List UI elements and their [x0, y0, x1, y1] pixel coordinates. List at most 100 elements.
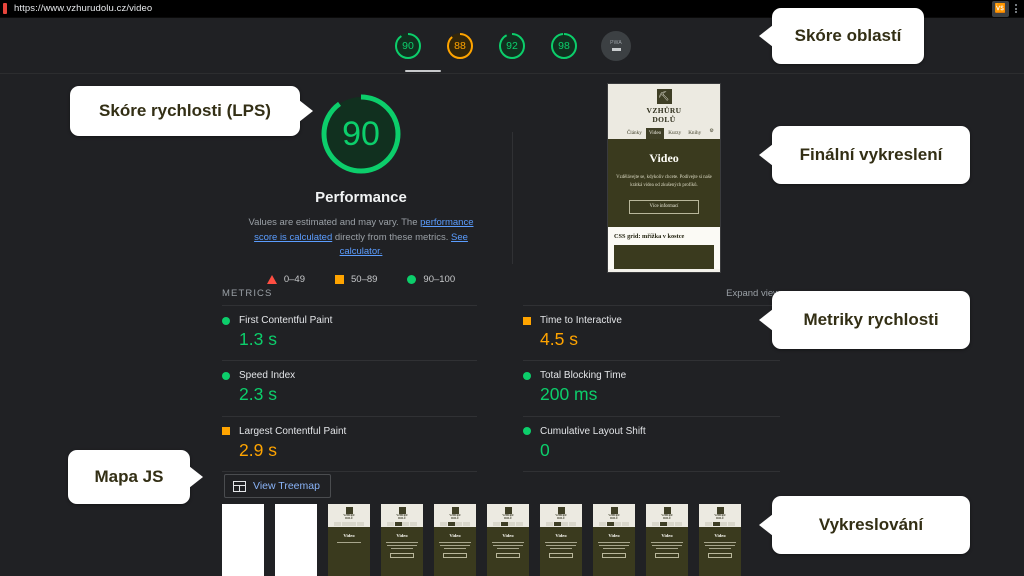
view-treemap-label: View Treemap	[253, 480, 320, 492]
filmstrip-frame[interactable]: VZHŮRU DOLŮ Video	[487, 504, 529, 576]
legend-item-pass: 90–100	[407, 274, 455, 285]
preview-hero-text: Vzdělávejte se, kdykoliv chcete. Podívej…	[616, 174, 712, 189]
pwa-label: PWA	[610, 40, 622, 47]
preview-hero-button: Více informací	[629, 199, 699, 214]
category-gauge-seo[interactable]: 98	[549, 31, 579, 61]
active-category-underline	[405, 70, 441, 72]
performance-gauge[interactable]: 90	[317, 90, 405, 178]
metrics-column-left: First Contentful Paint 1.3 s Speed Index…	[222, 305, 501, 472]
filmstrip-frame[interactable]: VZHŮRU DOLŮ Video	[699, 504, 741, 576]
metric-name: Total Blocking Time	[540, 370, 627, 382]
header-divider	[0, 73, 1024, 74]
category-gauge-performance[interactable]: 90	[393, 31, 423, 61]
metrics-grid: First Contentful Paint 1.3 s Speed Index…	[222, 305, 780, 472]
category-gauge-value: 92	[506, 39, 518, 52]
legend-range: 0–49	[283, 274, 305, 286]
circle-icon	[222, 371, 230, 380]
preview-hero-title: Video	[649, 150, 679, 165]
square-icon	[222, 427, 230, 435]
callout-tail	[189, 466, 203, 488]
callout-label: Skóre oblastí	[794, 26, 902, 45]
view-treemap-button[interactable]: View Treemap	[224, 474, 331, 498]
score-legend: 0–49 50–89 90–100	[222, 274, 500, 285]
metric-time-to-interactive[interactable]: Time to Interactive 4.5 s	[523, 305, 780, 360]
filmstrip-frame[interactable]	[275, 504, 317, 576]
metric-cumulative-layout-shift[interactable]: Cumulative Layout Shift 0	[523, 415, 780, 471]
translate-icon[interactable]: 🆚	[992, 0, 1009, 17]
legend-range: 50–89	[351, 274, 378, 286]
circle-icon	[523, 427, 531, 435]
nav-item-video: Video	[645, 128, 665, 139]
callout-speed-score: Skóre rychlosti (LPS)	[70, 86, 313, 136]
callout-tail	[759, 25, 773, 47]
metric-name: Time to Interactive	[540, 315, 622, 326]
callout-tail	[759, 309, 773, 331]
metrics-column-bottom-border	[523, 470, 780, 472]
callout-tail	[759, 144, 773, 166]
metric-name: Cumulative Layout Shift	[540, 425, 646, 437]
callout-final-render: Finální vykreslení	[759, 126, 970, 184]
filmstrip-frame[interactable]: VZHŮRU DOLŮ Video	[593, 504, 635, 576]
triangle-icon	[266, 275, 277, 285]
metric-speed-index[interactable]: Speed Index 2.3 s	[222, 360, 477, 415]
square-icon	[335, 275, 344, 285]
screenshot-filmstrip: VZHŮRU DOLŮ Video VZHŮRU DOLŮ Video VZHŮ…	[222, 504, 741, 576]
site-brand-line2: DOLŮ	[652, 114, 676, 124]
metrics-column-bottom-border	[222, 470, 477, 472]
callout-speed-metrics: Metriky rychlosti	[759, 291, 970, 349]
preview-hero: Video Vzdělávejte se, kdykoliv chcete. P…	[608, 138, 720, 227]
metric-name: First Contentful Paint	[239, 315, 333, 326]
category-gauge-accessibility[interactable]: 88	[445, 31, 475, 61]
metric-name: Largest Contentful Paint	[239, 425, 347, 437]
legend-range: 90–100	[423, 274, 456, 286]
metrics-section-label: METRICS	[222, 288, 273, 299]
callout-label: Metriky rychlosti	[803, 310, 939, 329]
legend-item-average: 50–89	[335, 274, 377, 285]
filmstrip-frame[interactable]: VZHŮRU DOLŮ Video	[646, 504, 688, 576]
callout-tail	[759, 514, 773, 536]
kebab-menu-icon[interactable]	[1011, 4, 1021, 13]
nav-item-kurzy: Kurzy	[668, 130, 682, 137]
metric-first-contentful-paint[interactable]: First Contentful Paint 1.3 s	[222, 305, 477, 360]
callout-label: Vykreslování	[818, 515, 924, 534]
circle-icon	[407, 275, 417, 285]
metric-value: 2.3 s	[239, 384, 277, 405]
callout-tail	[299, 100, 313, 122]
pwa-null-dash	[611, 48, 621, 51]
callout-label: Skóre rychlosti (LPS)	[99, 101, 271, 120]
callout-js-map: Mapa JS	[68, 450, 203, 504]
site-brand: VZHŮRU DOLŮ	[608, 106, 720, 124]
filmstrip-frame[interactable]: VZHŮRU DOLŮ Video	[328, 504, 370, 576]
metric-value: 4.5 s	[540, 329, 578, 349]
preview-article-title: CSS grid: mřížka v kostce	[614, 232, 685, 240]
final-screenshot-preview[interactable]: ⛏ VZHŮRU DOLŮ Články Video Kurzy Knihy ⚙…	[607, 83, 721, 273]
filmstrip-frame[interactable]	[222, 504, 264, 576]
category-gauge-best-practices[interactable]: 92	[497, 31, 527, 61]
category-gauge-value: 90	[402, 39, 414, 52]
gear-icon: ⚙	[709, 128, 714, 135]
site-favicon	[3, 3, 7, 14]
preview-site-header: ⛏ VZHŮRU DOLŮ Články Video Kurzy Knihy ⚙	[608, 84, 720, 139]
category-gauge-value: 88	[454, 39, 466, 52]
preview-article-image	[614, 244, 714, 269]
screenshot-root: https://www.vzhurudolu.cz/video 🆚 90 88 …	[0, 0, 1024, 576]
filmstrip-frame[interactable]: VZHŮRU DOLŮ Video	[434, 504, 476, 576]
metric-largest-contentful-paint[interactable]: Largest Contentful Paint 2.9 s	[222, 415, 477, 471]
metric-total-blocking-time[interactable]: Total Blocking Time 200 ms	[523, 360, 780, 415]
metric-value: 0	[540, 439, 550, 460]
performance-description-part1: Values are estimated and may vary. The	[248, 217, 421, 228]
preview-site-nav: Články Video Kurzy Knihy ⚙	[608, 128, 720, 139]
filmstrip-frame[interactable]: VZHŮRU DOLŮ Video	[540, 504, 582, 576]
performance-score-value: 90	[342, 115, 380, 153]
url-text[interactable]: https://www.vzhurudolu.cz/video	[14, 3, 152, 14]
callout-label: Mapa JS	[94, 467, 164, 486]
metric-value: 2.9 s	[239, 439, 277, 460]
filmstrip-frame[interactable]: VZHŮRU DOLŮ Video	[381, 504, 423, 576]
category-gauge-pwa[interactable]: PWA	[601, 31, 631, 61]
metric-value: 200 ms	[540, 384, 598, 405]
callout-label: Finální vykreslení	[799, 145, 943, 164]
site-logo-icon: ⛏	[656, 89, 672, 104]
callout-area-scores: Skóre oblastí	[759, 8, 924, 64]
metric-name: Speed Index	[239, 370, 296, 382]
category-gauge-value: 98	[558, 39, 570, 52]
